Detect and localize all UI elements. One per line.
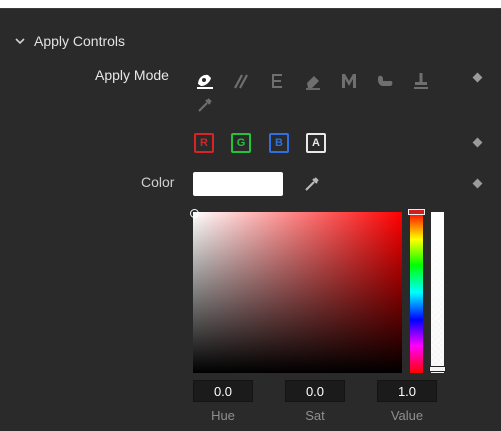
apply-mode-erase-button[interactable] (300, 70, 326, 92)
hue-input[interactable]: 0.0 (193, 380, 253, 402)
channel-g-label: G (236, 137, 246, 149)
smear-icon (378, 75, 393, 86)
section-header[interactable]: Apply Controls (14, 31, 125, 51)
channel-b-label: B (275, 137, 283, 149)
hue-slider[interactable] (410, 212, 423, 373)
hue-slider-handle[interactable] (408, 209, 425, 215)
color-keyframe-icon[interactable] (472, 178, 483, 189)
picker-cursor[interactable] (190, 209, 199, 218)
section-title: Apply Controls (34, 33, 126, 49)
apply-mode-color-button[interactable] (192, 70, 218, 92)
channel-r-button[interactable]: R (194, 133, 214, 153)
emboss-icon (272, 74, 282, 88)
channel-a-label: A (312, 137, 320, 149)
value-input[interactable]: 1.0 (377, 380, 437, 402)
color-swatch[interactable] (193, 172, 283, 196)
sat-input[interactable]: 0.0 (285, 380, 345, 402)
color-label: Color (141, 174, 175, 190)
apply-mode-merge-button[interactable] (336, 70, 362, 92)
channel-r-label: R (200, 137, 208, 149)
apply-mode-label: Apply Mode (95, 67, 169, 83)
chevron-down-icon (15, 38, 25, 45)
apply-mode-wire-button[interactable] (192, 94, 218, 116)
apply-mode-buttons (192, 70, 434, 92)
color-apply-icon (197, 74, 213, 89)
apply-mode-clone-button[interactable] (228, 70, 254, 92)
hue-label: Hue (211, 408, 235, 423)
apply-mode-smear-button[interactable] (372, 70, 398, 92)
eraser-icon (306, 76, 320, 90)
alpha-slider-handle[interactable] (429, 366, 446, 372)
apply-mode-stamp-button[interactable] (408, 70, 434, 92)
apply-mode-emboss-button[interactable] (264, 70, 290, 92)
wire-eyedropper-icon (198, 98, 212, 112)
channel-g-button[interactable]: G (231, 133, 251, 153)
eyedropper-button[interactable] (302, 174, 324, 196)
stamp-icon (414, 73, 428, 89)
apply-mode-keyframe-icon[interactable] (472, 72, 483, 83)
sat-label: Sat (305, 408, 325, 423)
apply-controls-panel: Apply Controls Apply Mode R G B A Color … (0, 8, 501, 431)
channel-a-button[interactable]: A (306, 133, 326, 153)
channel-b-button[interactable]: B (269, 133, 289, 153)
eyedropper-icon (305, 177, 319, 191)
saturation-value-picker[interactable] (193, 212, 402, 373)
channels-keyframe-icon[interactable] (472, 137, 483, 148)
alpha-slider-fill (431, 212, 444, 373)
clone-brushes-icon (234, 74, 248, 89)
value-label: Value (390, 408, 424, 423)
merge-icon (342, 74, 356, 88)
